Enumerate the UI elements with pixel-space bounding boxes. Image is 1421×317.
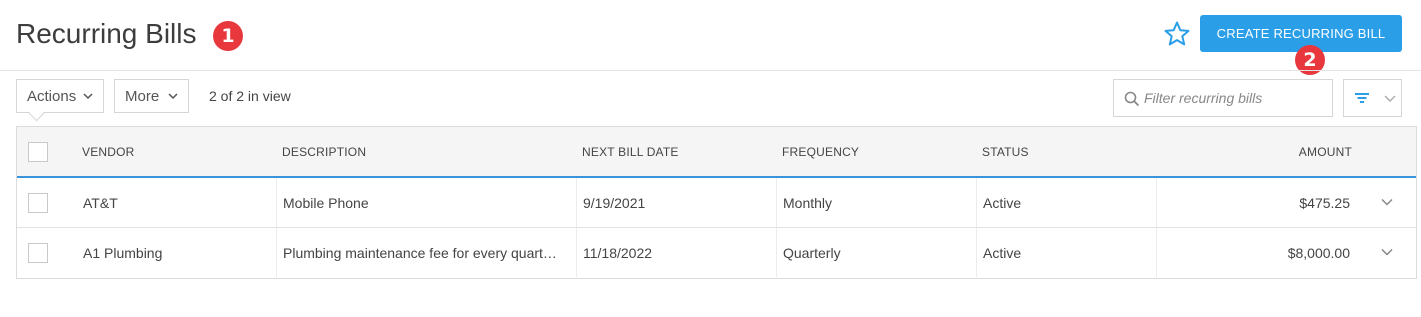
column-header-amount[interactable]: AMOUNT bbox=[1299, 145, 1352, 159]
header-divider bbox=[0, 70, 1421, 71]
filter-button[interactable] bbox=[1343, 79, 1381, 117]
actions-dropdown[interactable]: Actions bbox=[16, 79, 104, 113]
expand-row-icon[interactable] bbox=[1380, 197, 1394, 207]
filter-options-dropdown[interactable] bbox=[1380, 79, 1402, 117]
more-dropdown[interactable]: More bbox=[114, 79, 189, 113]
frequency-cell: Quarterly bbox=[783, 245, 841, 261]
row-checkbox[interactable] bbox=[28, 193, 48, 213]
column-header-next-bill-date[interactable]: NEXT BILL DATE bbox=[582, 145, 679, 159]
chevron-down-icon bbox=[83, 93, 93, 100]
column-header-description[interactable]: DESCRIPTION bbox=[282, 145, 366, 159]
actions-label: Actions bbox=[27, 87, 77, 105]
amount-cell: $475.25 bbox=[1299, 195, 1350, 211]
row-checkbox[interactable] bbox=[28, 243, 48, 263]
step-badge-1: 1 bbox=[213, 21, 243, 51]
filter-icon bbox=[1355, 93, 1369, 103]
page-title: Recurring Bills bbox=[16, 18, 197, 49]
in-view-count: 2 of 2 in view bbox=[209, 88, 291, 104]
next-bill-date-cell: 11/18/2022 bbox=[583, 245, 653, 261]
status-cell: Active bbox=[983, 245, 1022, 261]
description-cell: Plumbing maintenance fee for every quart… bbox=[283, 245, 557, 261]
more-label: More bbox=[125, 87, 160, 105]
chevron-down-icon bbox=[168, 93, 178, 100]
table-row[interactable]: AT&T Mobile Phone 9/19/2021 Monthly Acti… bbox=[17, 178, 1416, 228]
chevron-down-icon bbox=[1384, 95, 1396, 102]
table-row[interactable]: A1 Plumbing Plumbing maintenance fee for… bbox=[17, 228, 1416, 278]
frequency-cell: Monthly bbox=[783, 195, 833, 211]
description-cell: Mobile Phone bbox=[283, 195, 369, 211]
next-bill-date-cell: 9/19/2021 bbox=[583, 195, 646, 211]
column-header-status[interactable]: STATUS bbox=[982, 145, 1029, 159]
vendor-cell: AT&T bbox=[83, 195, 118, 211]
star-icon[interactable] bbox=[1163, 20, 1191, 48]
filter-input[interactable] bbox=[1144, 80, 1329, 116]
filter-search-box[interactable] bbox=[1113, 79, 1333, 117]
vendor-cell: A1 Plumbing bbox=[83, 245, 163, 261]
column-header-frequency[interactable]: FREQUENCY bbox=[782, 145, 859, 159]
search-icon bbox=[1124, 91, 1140, 107]
recurring-bills-table: VENDOR DESCRIPTION NEXT BILL DATE FREQUE… bbox=[16, 126, 1417, 279]
amount-cell: $8,000.00 bbox=[1287, 245, 1350, 261]
select-all-checkbox[interactable] bbox=[28, 142, 48, 162]
expand-row-icon[interactable] bbox=[1380, 247, 1394, 257]
table-header: VENDOR DESCRIPTION NEXT BILL DATE FREQUE… bbox=[17, 127, 1416, 178]
column-header-vendor[interactable]: VENDOR bbox=[82, 145, 135, 159]
status-cell: Active bbox=[983, 195, 1022, 211]
